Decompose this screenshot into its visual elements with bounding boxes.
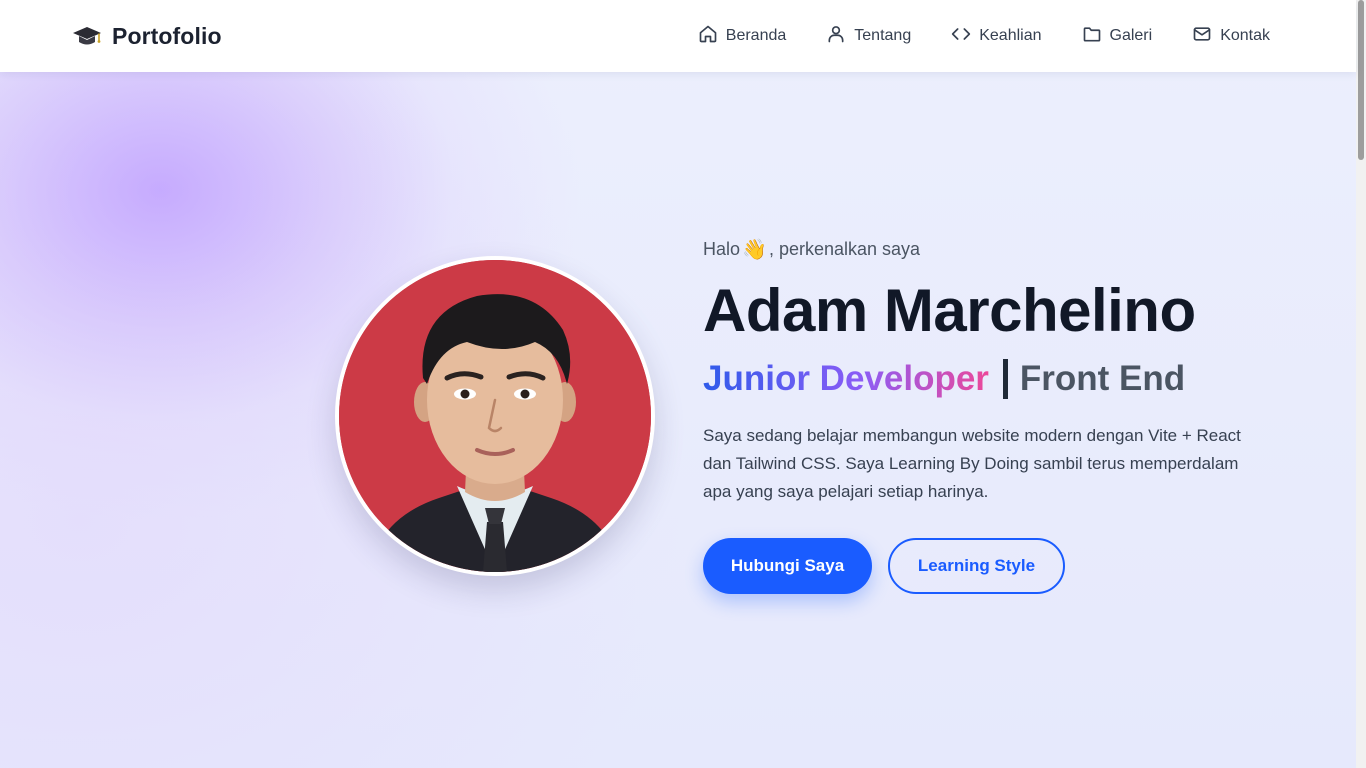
contact-me-button[interactable]: Hubungi Saya [703,538,872,594]
user-icon [826,24,846,49]
navbar: Portofolio Beranda Tentang Keahlian Gale… [0,0,1356,72]
profile-photo [335,256,655,576]
nav-label-galeri: Galeri [1109,27,1153,44]
greeting-text-suffix: , perkenalkan saya [768,238,921,259]
nav-label-tentang: Tentang [854,27,912,44]
hero-name: Adam Marchelino [703,277,1196,344]
nav-label-kontak: Kontak [1220,27,1270,44]
greeting: Halo 👋 , perkenalkan saya [703,236,1303,262]
brand[interactable]: Portofolio [72,23,222,50]
nav-item-galeri[interactable]: Galeri [1082,24,1153,49]
hero-description: Saya sedang belajar membangun website mo… [703,426,1241,501]
nav-item-beranda[interactable]: Beranda [698,24,787,49]
folder-icon [1082,24,1102,49]
typing-cursor [1002,359,1008,399]
home-icon [698,24,718,49]
page-scrollbar[interactable] [1356,0,1366,768]
scrollbar-thumb[interactable] [1358,0,1364,160]
nav-item-keahlian[interactable]: Keahlian [951,24,1042,49]
hero-content: Halo 👋 , perkenalkan saya Adam Marchelin… [703,236,1303,594]
learning-style-button[interactable]: Learning Style [888,538,1065,594]
role-highlight: Junior Developer [703,359,989,398]
nav-item-tentang[interactable]: Tentang [826,24,911,49]
nav-label-keahlian: Keahlian [979,27,1042,44]
hero-role: Junior Developer Front End [703,358,1303,400]
waving-hand-icon: 👋 [742,238,767,261]
nav-links: Beranda Tentang Keahlian Galeri Kontak [698,24,1270,49]
hero-actions: Hubungi Saya Learning Style [703,538,1303,594]
code-icon [951,24,971,49]
brand-name: Portofolio [112,22,222,49]
greeting-text: Halo [703,238,741,259]
role-static: Front End [1019,359,1186,398]
nav-item-kontak[interactable]: Kontak [1192,24,1270,49]
mail-icon [1192,24,1212,49]
nav-label-beranda: Beranda [725,27,787,44]
graduation-cap-icon [72,24,102,48]
